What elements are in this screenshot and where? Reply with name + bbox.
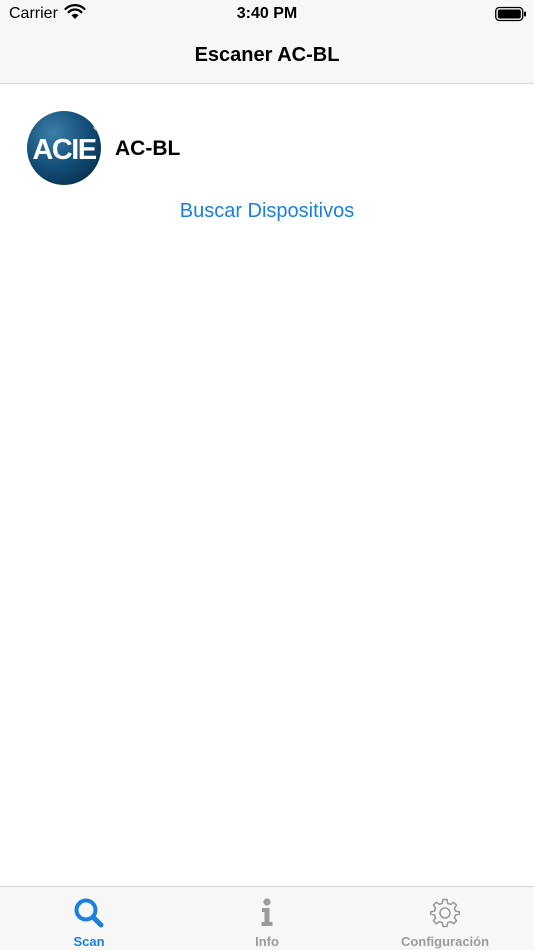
acie-logo: ACIE	[27, 111, 101, 185]
battery-icon	[495, 6, 526, 22]
tab-info-label: Info	[255, 934, 279, 949]
gear-icon	[429, 898, 461, 928]
tab-configuracion[interactable]: Configuración	[356, 887, 534, 950]
status-time: 3:40 PM	[236, 5, 298, 22]
search-devices-link[interactable]: Buscar Dispositivos	[0, 200, 534, 223]
tab-scan-label: Scan	[73, 934, 105, 949]
tab-scan[interactable]: Scan	[0, 887, 178, 950]
navigation-bar: Escaner AC-BL	[0, 28, 534, 84]
search-icon	[74, 898, 104, 928]
tab-configuracion-label: Configuración	[400, 934, 490, 949]
app-name: AC-BL	[115, 137, 181, 160]
status-bar: Carrier 3:40 PM	[0, 0, 534, 28]
screen: Carrier 3:40 PM Escaner AC-BL ACIE AC-BL…	[0, 0, 534, 950]
logo-text: ACIE	[32, 134, 96, 166]
info-icon	[261, 898, 273, 926]
tab-info[interactable]: Info	[178, 887, 356, 950]
page-title: Escaner AC-BL	[194, 44, 340, 66]
tab-bar: Scan Info Configuración	[0, 886, 534, 950]
